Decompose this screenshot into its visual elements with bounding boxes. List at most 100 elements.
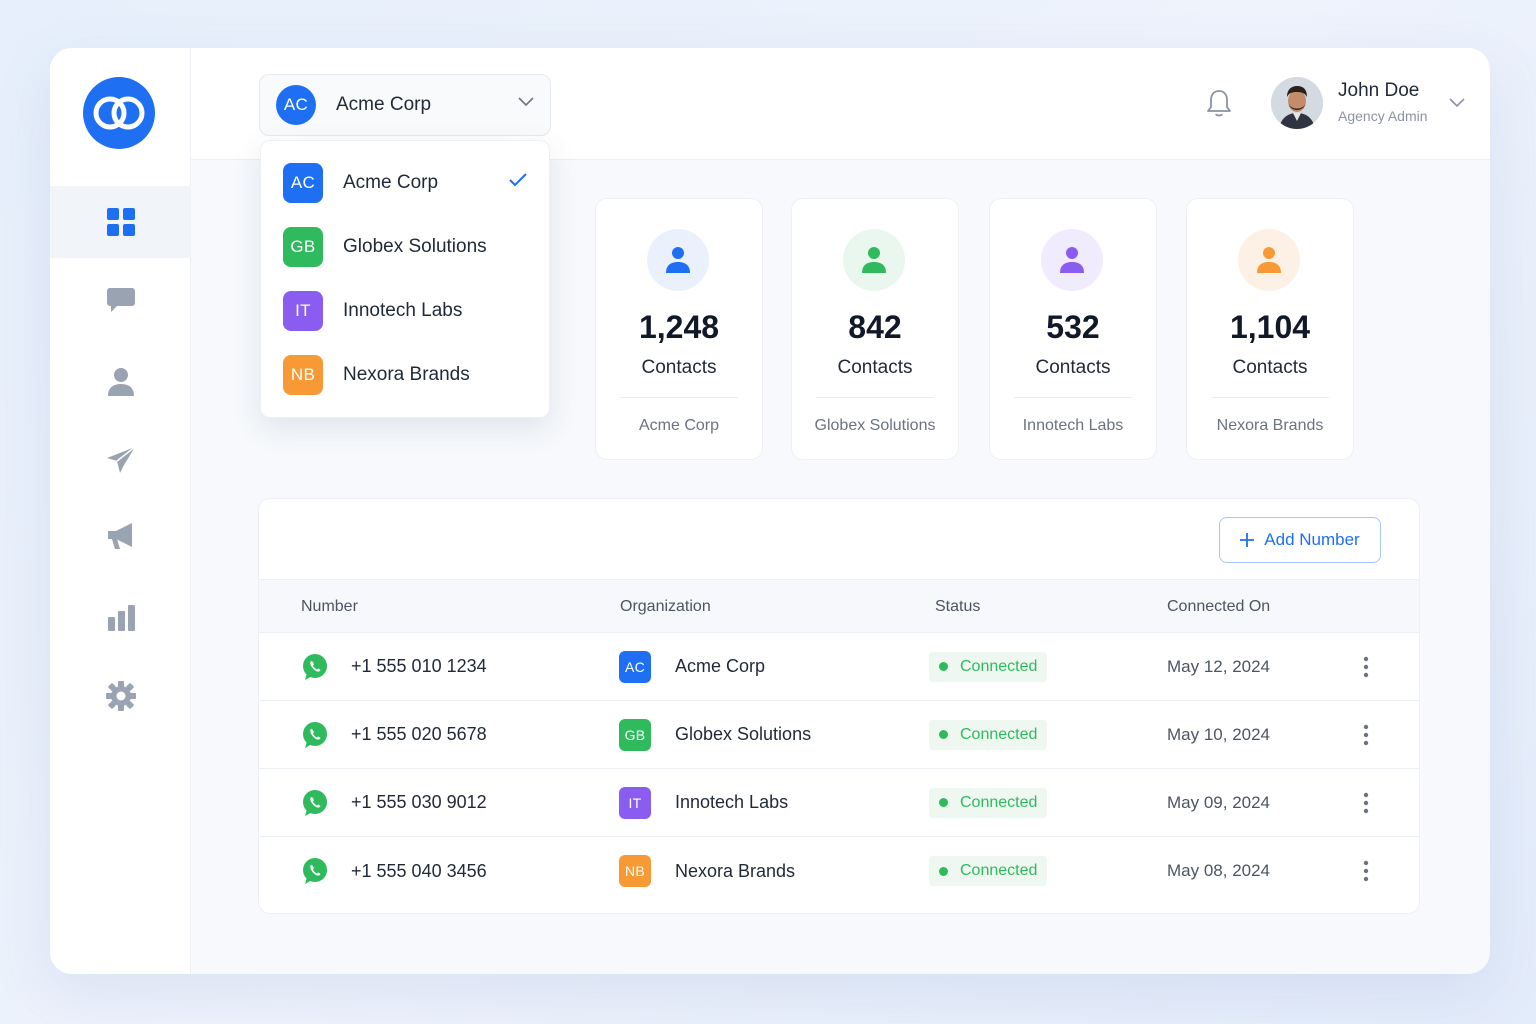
organization-name: Acme Corp: [675, 656, 766, 676]
stat-org: Globex Solutions: [814, 417, 936, 434]
check-icon: [509, 173, 527, 187]
user-icon: [666, 247, 690, 273]
status-text: Connected: [960, 862, 1038, 879]
org-select-badge: AC: [276, 85, 316, 125]
dropdown-item-innotech[interactable]: IT Innotech Labs: [261, 283, 549, 339]
org-badge-cell: IT: [619, 769, 651, 836]
dropdown-item-label: Nexora Brands: [343, 364, 470, 385]
dropdown-item-label: Innotech Labs: [343, 300, 463, 321]
organization-name: Nexora Brands: [675, 860, 796, 881]
table-row[interactable]: +1 555 010 1234 AC Acme Corp Connected M…: [259, 633, 1419, 701]
contact-icon-circle: [1238, 229, 1300, 291]
user-role: Agency Admin: [1338, 108, 1428, 124]
stat-unit: Contacts: [641, 357, 717, 378]
table-header: Number Organization Status Connected On: [259, 579, 1419, 633]
sidebar-item-broadcasts[interactable]: [50, 500, 191, 572]
organization-name: Globex Solutions: [675, 724, 812, 744]
sidebar-item-analytics[interactable]: [50, 582, 191, 654]
chevron-down-icon: [518, 97, 534, 107]
stat-card-nexora: 1,104 Contacts Nexora Brands: [1186, 198, 1354, 460]
table-row[interactable]: +1 555 020 5678 GB Globex Solutions Conn…: [259, 701, 1419, 769]
app-window: AC Acme Corp John Doe Agency Admin AC Ac…: [50, 48, 1490, 974]
org-badge-cell: AC: [619, 633, 651, 700]
contact-icon-circle: [843, 229, 905, 291]
whatsapp-icon: [301, 769, 329, 836]
numbers-table-card: Add Number Number Organization Status Co…: [258, 498, 1420, 914]
table-row[interactable]: +1 555 040 3456 NB Nexora Brands Connect…: [259, 837, 1419, 905]
more-options-icon[interactable]: [1363, 837, 1369, 905]
organization-name: Innotech Labs: [675, 792, 789, 812]
status-dot: [939, 866, 948, 876]
user-icon: [1060, 247, 1084, 273]
phone-number: +1 555 030 9012: [351, 792, 487, 812]
bell-icon[interactable]: [1205, 88, 1233, 118]
status-badge: Connected: [929, 633, 1048, 700]
status-badge: Connected: [929, 837, 1048, 905]
sidebar-item-messages[interactable]: [50, 264, 191, 336]
phone-number: +1 555 040 3456: [351, 860, 487, 881]
whatsapp-icon: [301, 701, 329, 768]
org-badge: NB: [283, 355, 323, 395]
dropdown-item-acme[interactable]: AC Acme Corp: [261, 155, 549, 211]
status-text: Connected: [960, 657, 1038, 675]
avatar-image: [1271, 77, 1323, 129]
more-options-icon[interactable]: [1363, 701, 1369, 768]
dropdown-item-label: Globex Solutions: [343, 236, 487, 257]
stat-card-acme: 1,248 Contacts Acme Corp: [595, 198, 763, 460]
logo-icon: [93, 96, 145, 130]
stat-value: 1,104: [1229, 309, 1311, 345]
divider: [816, 397, 934, 398]
column-header-status: Status: [935, 598, 981, 615]
contact-icon-circle: [647, 229, 709, 291]
table-row[interactable]: +1 555 030 9012 IT Innotech Labs Connect…: [259, 769, 1419, 837]
status-dot: [939, 798, 948, 807]
sidebar-item-settings[interactable]: [50, 660, 191, 732]
org-badge: NB: [619, 855, 651, 887]
org-badge: IT: [283, 291, 323, 331]
add-number-button[interactable]: Add Number: [1219, 517, 1381, 563]
stat-card-innotech: 532 Contacts Innotech Labs: [989, 198, 1157, 460]
more-options-icon[interactable]: [1363, 633, 1369, 700]
org-badge: GB: [619, 718, 651, 751]
dropdown-item-globex[interactable]: GB Globex Solutions: [261, 219, 549, 275]
status-badge: Connected: [929, 769, 1048, 836]
org-select-label: Acme Corp: [336, 94, 432, 115]
bar-chart-icon: [107, 605, 135, 631]
org-badge: AC: [283, 163, 323, 203]
stat-org: Acme Corp: [638, 417, 720, 434]
org-badge-cell: GB: [619, 701, 651, 768]
column-header-number: Number: [301, 598, 358, 615]
megaphone-icon: [107, 523, 132, 549]
org-badge: AC: [619, 650, 651, 683]
whatsapp-icon: [301, 633, 329, 700]
sidebar-item-dashboard[interactable]: [50, 186, 191, 258]
divider: [1014, 397, 1132, 398]
dropdown-item-label: Acme Corp: [343, 172, 439, 193]
user-name: John Doe: [1338, 80, 1420, 101]
dropdown-item-nexora[interactable]: NB Nexora Brands: [261, 347, 549, 403]
connected-date: May 12, 2024: [1167, 656, 1271, 676]
user-menu-chevron-icon[interactable]: [1449, 98, 1465, 108]
grid-icon: [106, 208, 135, 236]
more-options-icon[interactable]: [1363, 769, 1369, 836]
sidebar-item-contacts[interactable]: [50, 346, 191, 418]
user-icon: [107, 368, 134, 396]
whatsapp-icon: [301, 837, 329, 905]
status-badge: Connected: [929, 701, 1048, 768]
status-dot: [939, 730, 948, 739]
org-badge: GB: [283, 227, 323, 267]
sidebar-item-campaigns[interactable]: [50, 424, 191, 496]
gear-icon: [105, 681, 136, 711]
brand-logo[interactable]: [83, 77, 155, 149]
stat-value: 532: [1046, 309, 1100, 345]
plus-icon: [1240, 533, 1255, 547]
add-number-label: Add Number: [1264, 530, 1360, 549]
user-icon: [1257, 247, 1281, 273]
column-header-connected-on: Connected On: [1167, 598, 1271, 615]
connected-date: May 09, 2024: [1167, 792, 1271, 812]
status-text: Connected: [960, 725, 1038, 743]
column-header-organization: Organization: [620, 598, 711, 615]
status-text: Connected: [960, 793, 1038, 811]
avatar[interactable]: [1271, 77, 1323, 129]
organization-select[interactable]: AC Acme Corp: [259, 74, 551, 136]
